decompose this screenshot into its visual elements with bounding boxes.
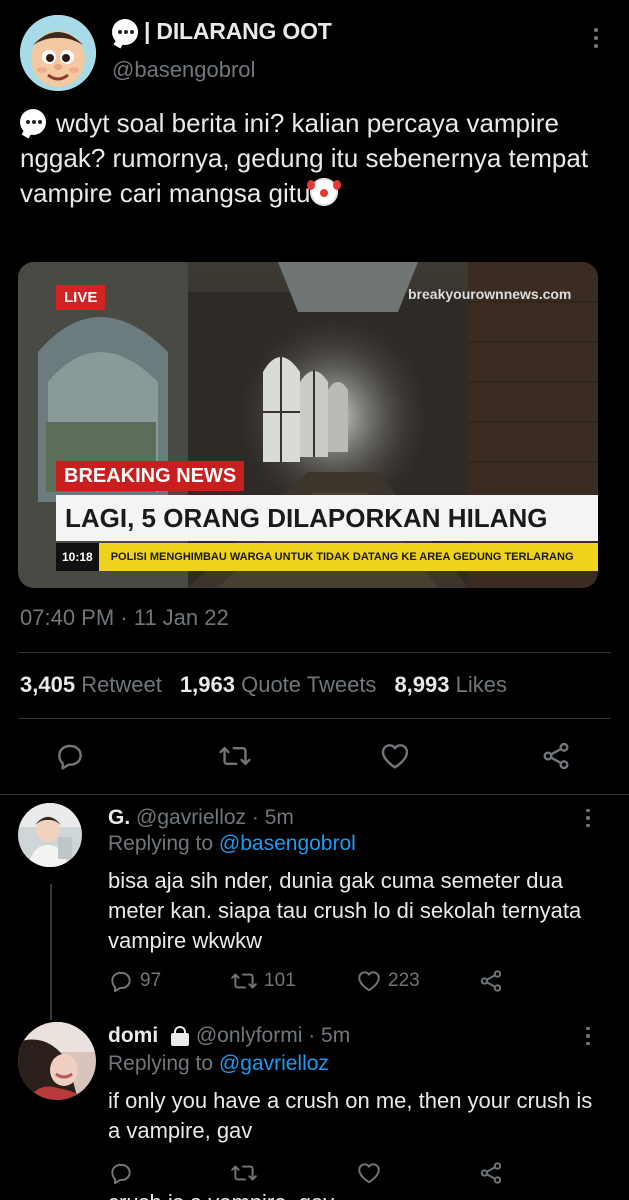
live-badge: LIVE bbox=[56, 285, 106, 310]
reply-avatar[interactable] bbox=[18, 803, 82, 867]
author-avatar[interactable] bbox=[20, 15, 96, 91]
tweet-timestamp[interactable]: 07:40 PM · 11 Jan 22 bbox=[20, 605, 229, 631]
lock-icon bbox=[170, 1026, 190, 1047]
reply-author-handle[interactable]: @onlyformi bbox=[196, 1024, 303, 1047]
reply-action-bar bbox=[108, 1158, 508, 1188]
ticker-text: POLISI MENGHIMBAU WARGA UNTUK TIDAK DATA… bbox=[110, 551, 574, 563]
reply-author-handle[interactable]: @gavrielloz bbox=[136, 806, 246, 829]
retweets-stat[interactable]: 3,405 Retweet bbox=[20, 672, 162, 698]
author-handle[interactable]: @basengobrol bbox=[112, 57, 255, 83]
retweet-icon[interactable] bbox=[218, 740, 252, 772]
divider bbox=[0, 794, 629, 795]
reply-action-bar: 97 101 223 bbox=[108, 966, 508, 996]
more-options-icon[interactable] bbox=[582, 22, 610, 54]
reply-icon bbox=[111, 971, 131, 993]
likes-stat[interactable]: 8,993 Likes bbox=[394, 672, 507, 698]
tweet-action-bar bbox=[0, 730, 629, 784]
divider bbox=[18, 652, 611, 653]
clown-face-icon bbox=[307, 178, 339, 207]
share-icon bbox=[480, 970, 502, 992]
reply-icon[interactable] bbox=[54, 740, 86, 772]
breaking-news-label: BREAKING NEWS bbox=[56, 461, 245, 491]
reply-header: domi @onlyformi · 5m bbox=[108, 1024, 350, 1048]
reply-like-button[interactable]: 223 bbox=[356, 968, 420, 994]
reply-header: G. @gavrielloz · 5m bbox=[108, 806, 294, 830]
news-ticker: 10:18 POLISI MENGHIMBAU WARGA UNTUK TIDA… bbox=[56, 543, 598, 571]
replying-to-link[interactable]: @gavrielloz bbox=[219, 1052, 329, 1075]
like-icon bbox=[358, 1163, 380, 1184]
thread-line bbox=[50, 884, 52, 1020]
reply-more-icon[interactable] bbox=[578, 1024, 598, 1048]
reply-time[interactable]: · 5m bbox=[308, 1024, 350, 1047]
reply-time[interactable]: · 5m bbox=[252, 806, 294, 829]
reply-retweet-button[interactable]: 101 bbox=[230, 968, 296, 994]
media-source-watermark: breakyourownnews.com bbox=[408, 286, 572, 302]
reply-icon bbox=[111, 1163, 131, 1185]
ticker-time: 10:18 bbox=[56, 543, 99, 571]
like-icon bbox=[358, 971, 380, 992]
replying-to: Replying to @basengobrol bbox=[108, 832, 356, 855]
share-icon bbox=[480, 1162, 502, 1184]
tweet-stats: 3,405 Retweet 1,963 Quote Tweets 8,993 L… bbox=[20, 672, 507, 698]
tweet-text: wdyt soal berita ini? kalian percaya vam… bbox=[20, 108, 589, 208]
reply-more-icon[interactable] bbox=[578, 806, 598, 830]
reply-author-name[interactable]: G. bbox=[108, 806, 130, 829]
speech-bubble-icon bbox=[20, 109, 46, 136]
reply-share-button[interactable] bbox=[478, 1160, 504, 1186]
retweet-icon bbox=[231, 1165, 257, 1181]
speech-bubble-icon bbox=[112, 18, 138, 45]
author-display-name[interactable]: | DILARANG OOT bbox=[112, 18, 332, 45]
cutoff-text: crush is a vampire, gav bbox=[108, 1190, 334, 1200]
reply-retweet-button[interactable] bbox=[230, 1160, 258, 1186]
reply-text: if only you have a crush on me, then you… bbox=[108, 1088, 593, 1143]
reply-like-button[interactable] bbox=[356, 1160, 382, 1186]
reply-author-name[interactable]: domi bbox=[108, 1024, 158, 1047]
reply-reply-button[interactable]: 97 bbox=[108, 968, 161, 994]
reply-share-button[interactable] bbox=[478, 968, 504, 994]
reply-reply-button[interactable] bbox=[108, 1160, 134, 1186]
news-headline: LAGI, 5 ORANG DILAPORKAN HILANG bbox=[56, 495, 598, 541]
share-icon[interactable] bbox=[540, 740, 572, 772]
reply-avatar[interactable] bbox=[18, 1022, 96, 1100]
reply-text: bisa aja sih nder, dunia gak cuma semete… bbox=[108, 868, 582, 953]
replying-to: Replying to @gavrielloz bbox=[108, 1052, 329, 1075]
retweet-icon bbox=[231, 973, 257, 989]
quotes-stat[interactable]: 1,963 Quote Tweets bbox=[180, 672, 377, 698]
divider bbox=[18, 718, 611, 719]
like-icon[interactable] bbox=[379, 740, 411, 772]
replying-to-link[interactable]: @basengobrol bbox=[219, 832, 356, 855]
